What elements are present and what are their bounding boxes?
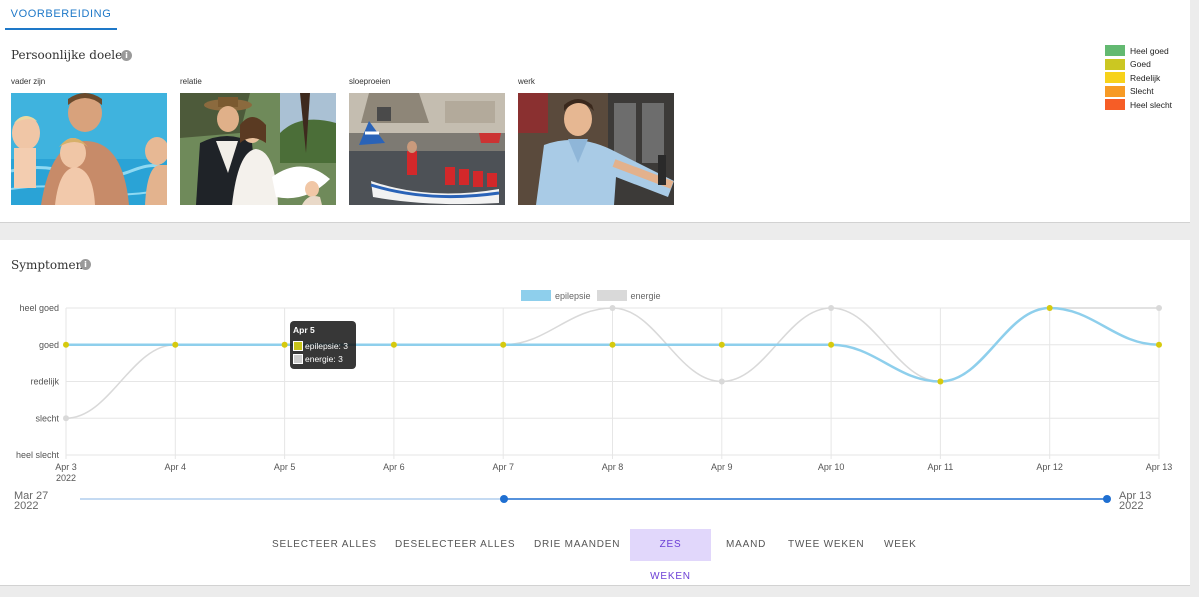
rating-legend: Heel goed Goed Redelijk Slecht Heel slec…: [1105, 44, 1172, 112]
legend-swatch: [1105, 58, 1125, 70]
x-tick-label: Apr 13: [1146, 462, 1173, 472]
select-all-button[interactable]: SELECTEER ALLES: [264, 529, 385, 561]
week-button[interactable]: WEEK: [876, 529, 925, 561]
goal-card-werk[interactable]: werk: [518, 77, 674, 205]
x-tick-year-label: 2022: [56, 473, 76, 483]
legend-label: energie: [630, 290, 661, 301]
y-tick-label: heel goed: [19, 303, 59, 313]
x-tick-label: Apr 11: [927, 462, 953, 472]
data-point-epilepsie: [281, 341, 288, 348]
goal-label: werk: [518, 77, 535, 86]
goal-photo-pool-family: [11, 93, 167, 205]
slider-handle-end[interactable]: [1103, 495, 1111, 503]
tooltip-label: energie: 3: [305, 353, 343, 364]
info-icon[interactable]: i: [121, 50, 132, 61]
rating-legend-item: Redelijk: [1105, 71, 1172, 85]
goals-card: Persoonlijke doelen i vader zijn relatie…: [0, 30, 1190, 223]
data-point-energie: [718, 378, 725, 385]
legend-swatch: [1105, 72, 1125, 84]
goal-card-vader-zijn[interactable]: vader zijn: [11, 77, 167, 205]
tab-bar: VOORBEREIDING: [0, 0, 1190, 30]
rating-legend-item: Heel goed: [1105, 44, 1172, 58]
data-point-epilepsie: [500, 341, 507, 348]
rating-legend-item: Heel slecht: [1105, 98, 1172, 112]
goal-card-sloeproeien[interactable]: sloeproeien: [349, 77, 505, 205]
data-point-energie: [63, 415, 69, 422]
slider-handle-start[interactable]: [500, 495, 508, 503]
app-root: VOORBEREIDING Persoonlijke doelen i vade…: [0, 0, 1199, 597]
tooltip-row: energie: 3: [293, 352, 353, 365]
tooltip-label: epilepsie: 3: [305, 340, 349, 351]
legend-swatch: [1105, 85, 1125, 97]
x-tick-label: Apr 12: [1036, 462, 1063, 472]
legend-label: Heel slecht: [1130, 99, 1173, 110]
y-tick-label: goed: [39, 340, 59, 350]
tab-voorbereiding[interactable]: VOORBEREIDING: [5, 0, 117, 30]
data-point-epilepsie: [1046, 305, 1053, 311]
goal-card-relatie[interactable]: relatie: [180, 77, 336, 205]
chart-tooltip: Apr 5 epilepsie: 3 energie: 3: [290, 321, 356, 369]
legend-item-epilepsie[interactable]: epilepsie: [521, 290, 591, 301]
x-tick-label: Apr 5: [274, 462, 296, 472]
legend-swatch: [521, 290, 551, 301]
six-weeks-button[interactable]: ZES WEKEN: [630, 529, 711, 582]
goal-photo-couple: [180, 93, 336, 205]
data-point-epilepsie: [1156, 341, 1162, 348]
legend-item-energie[interactable]: energie: [596, 290, 661, 301]
period-button-row: SELECTEER ALLES DESELECTEER ALLES DRIE M…: [0, 529, 1190, 582]
data-point-epilepsie: [718, 341, 725, 348]
three-months-button[interactable]: DRIE MAANDEN: [526, 529, 628, 561]
month-button[interactable]: MAAND: [718, 529, 774, 561]
y-tick-label: heel slecht: [16, 450, 60, 460]
date-range-slider[interactable]: [0, 490, 1190, 510]
data-point-epilepsie: [937, 378, 944, 385]
x-tick-label: Apr 9: [711, 462, 733, 472]
tooltip-row: epilepsie: 3: [293, 339, 353, 352]
two-weeks-button[interactable]: TWEE WEKEN: [780, 529, 872, 561]
data-point-epilepsie: [63, 341, 69, 348]
x-tick-label: Apr 4: [165, 462, 187, 472]
tooltip-swatch: [293, 340, 303, 351]
goals-title: Persoonlijke doelen: [11, 48, 130, 62]
legend-swatch: [1105, 99, 1125, 111]
tooltip-swatch: [293, 353, 303, 364]
symptoms-card: Symptomen i heel slecht slecht redelijk goe…: [0, 240, 1190, 586]
legend-label: Redelijk: [1130, 72, 1161, 83]
legend-label: epilepsie: [555, 290, 591, 301]
y-tick-label: redelijk: [30, 377, 59, 387]
goal-label: vader zijn: [11, 77, 46, 86]
data-point-epilepsie: [609, 341, 616, 348]
goal-photo-rowing-boat: [349, 93, 505, 205]
chart-legend: epilepsie energie: [521, 290, 667, 301]
legend-label: Goed: [1130, 59, 1151, 70]
data-point-epilepsie: [172, 341, 179, 348]
data-point-epilepsie: [390, 341, 397, 348]
legend-label: Slecht: [1130, 86, 1154, 97]
symptoms-line-chart[interactable]: heel slecht slecht redelijk goed heel goed Ap…: [0, 240, 1190, 490]
tooltip-title: Apr 5: [293, 325, 315, 335]
data-point-energie: [609, 305, 616, 311]
legend-label: Heel goed: [1130, 45, 1169, 56]
goal-photo-man-working: [518, 93, 674, 205]
x-tick-label: Apr 6: [383, 462, 405, 472]
deselect-all-button[interactable]: DESELECTEER ALLES: [387, 529, 523, 561]
legend-swatch: [596, 290, 627, 301]
goal-label: sloeproeien: [349, 77, 391, 86]
y-tick-label: slecht: [35, 413, 59, 423]
data-point-epilepsie: [828, 341, 835, 348]
x-tick-label: Apr 3: [55, 462, 77, 472]
data-point-energie: [828, 305, 835, 311]
x-tick-label: Apr 8: [602, 462, 624, 472]
rating-legend-item: Goed: [1105, 58, 1172, 72]
rating-legend-item: Slecht: [1105, 85, 1172, 99]
goal-label: relatie: [180, 77, 202, 86]
legend-swatch: [1105, 45, 1125, 57]
data-point-energie: [1156, 305, 1162, 311]
x-tick-label: Apr 7: [492, 462, 514, 472]
x-tick-label: Apr 10: [818, 462, 845, 472]
